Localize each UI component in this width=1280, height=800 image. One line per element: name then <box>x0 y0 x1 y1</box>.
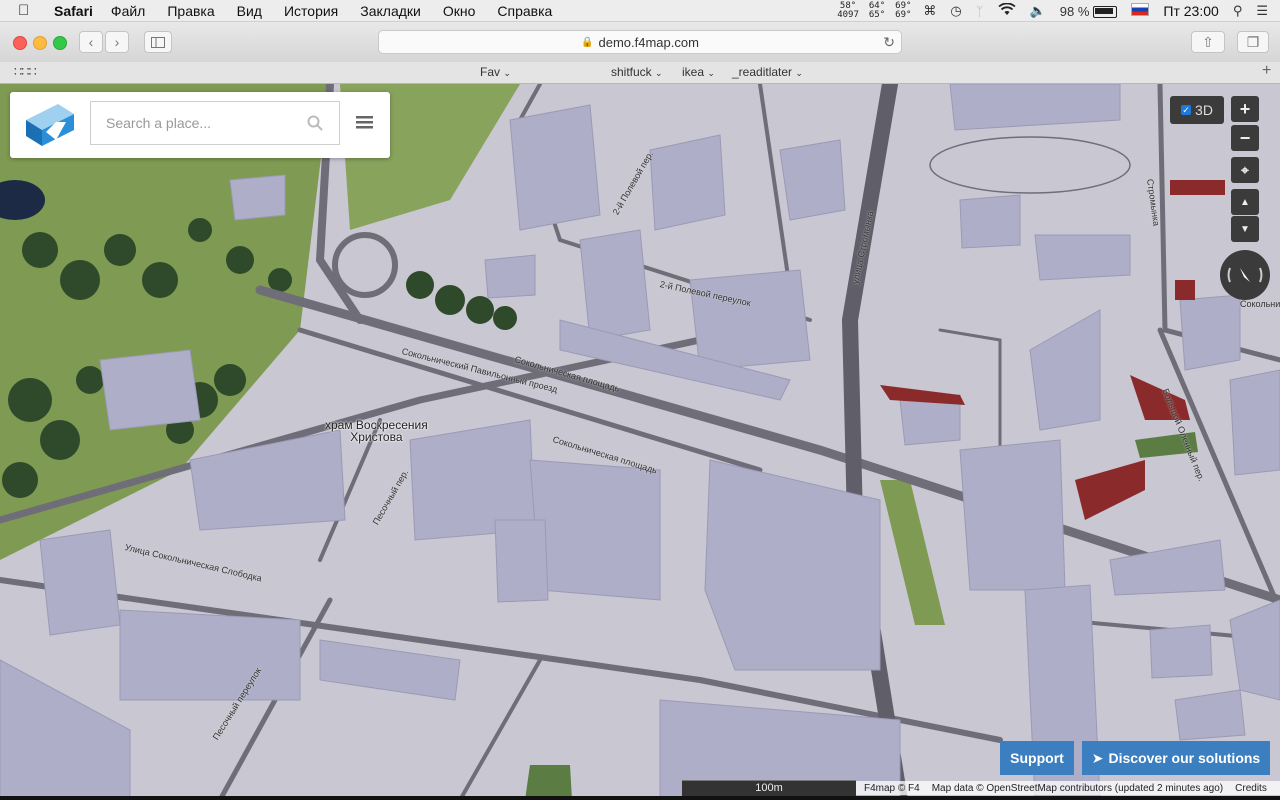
notification-center-icon[interactable]: ☰ <box>1256 3 1268 19</box>
search-panel: Search a place... <box>10 92 390 158</box>
park-area <box>525 765 572 800</box>
share-icon: ⇧ <box>1202 33 1214 50</box>
grid-icon[interactable]: ∷∷∷ <box>14 64 37 80</box>
osm-credit-link[interactable]: Map data © OpenStreetMap contributors (u… <box>932 783 1223 794</box>
support-button[interactable]: Support <box>1000 741 1074 775</box>
chevron-right-icon: › <box>114 34 120 50</box>
toggle-3d[interactable]: ✓ 3D <box>1170 96 1224 124</box>
back-button[interactable]: ‹ <box>79 31 103 53</box>
menu-file[interactable]: Файл <box>111 3 145 19</box>
battery-percent[interactable]: 98 % <box>1060 4 1090 19</box>
address-bar[interactable]: 🔒 demo.f4map.com ↻ <box>378 30 902 54</box>
street-label: Сокольническая площадь <box>1240 299 1280 309</box>
reload-icon[interactable]: ↻ <box>883 34 895 51</box>
menu-bookmarks[interactable]: Закладки <box>360 3 421 19</box>
apple-icon[interactable]:  <box>18 2 40 19</box>
close-window-button[interactable] <box>13 36 27 50</box>
search-icon[interactable] <box>307 115 323 131</box>
temp-value: 4097 <box>837 10 859 20</box>
chevron-down-icon: ⌄ <box>655 68 663 78</box>
tilt-down-button[interactable]: ▼ <box>1231 216 1259 242</box>
macos-menu-bar:  Safari Файл Правка Вид История Закладк… <box>0 0 1280 22</box>
toggle-3d-label: 3D <box>1195 102 1213 118</box>
bookmark-label: _readitlater <box>732 65 793 79</box>
checkbox-checked-icon[interactable]: ✓ <box>1181 105 1192 115</box>
sidebar-toggle-button[interactable] <box>144 31 172 53</box>
bookmark-label: shitfuck <box>611 65 652 79</box>
menu-history[interactable]: История <box>284 3 338 19</box>
app-menu-safari[interactable]: Safari <box>54 3 93 19</box>
discover-solutions-button[interactable]: ➤ Discover our solutions <box>1082 741 1270 775</box>
bookmark-folder-ikea[interactable]: ikea ⌄ <box>682 65 715 79</box>
menu-edit[interactable]: Правка <box>167 3 214 19</box>
sidebar-icon <box>151 36 165 48</box>
map-canvas <box>0 84 1280 800</box>
attribution-bar: F4map © F4 Map data © OpenStreetMap cont… <box>856 781 1280 795</box>
zoom-in-button[interactable]: + <box>1231 96 1259 122</box>
poi-label[interactable]: храм Воскресения Христова <box>325 419 428 443</box>
keyboard-icon[interactable]: ⌘ <box>923 3 936 19</box>
wifi-icon[interactable] <box>997 2 1016 19</box>
chevron-up-icon: ▲ <box>1240 196 1250 208</box>
time-machine-icon[interactable]: ◷ <box>950 3 961 19</box>
spotlight-search-icon[interactable]: ⚲ <box>1233 3 1243 19</box>
locate-button[interactable]: ⌖ <box>1231 157 1259 183</box>
menu-view[interactable]: Вид <box>237 3 262 19</box>
search-input[interactable]: Search a place... <box>90 101 340 145</box>
map-viewport[interactable]: храм Воскресения Христова Сокольнический… <box>0 84 1280 800</box>
f4map-logo[interactable] <box>22 102 76 148</box>
chevron-down-icon: ⌄ <box>795 68 803 78</box>
menu-window[interactable]: Окно <box>443 3 476 19</box>
input-source-flag-icon[interactable] <box>1131 3 1150 19</box>
bookmark-label: ikea <box>682 65 705 79</box>
add-bookmark-icon[interactable]: + <box>1262 62 1271 80</box>
credits-link[interactable]: Credits <box>1235 783 1267 794</box>
forward-button[interactable]: › <box>105 31 129 53</box>
temp-value: 65° <box>868 10 886 20</box>
browser-toolbar: ‹ › 🔒 demo.f4map.com ↻ ⇧ ❐ <box>0 22 1280 63</box>
temp-value: 69° <box>895 10 912 20</box>
chevron-down-icon: ⌄ <box>707 68 715 78</box>
temperature-monitor[interactable]: 58° 4097 64° 65° 69° 69° <box>837 2 911 20</box>
bookmark-folder-shitfuck[interactable]: shitfuck ⌄ <box>611 65 663 79</box>
compass-icon <box>1227 267 1263 283</box>
zoom-out-button[interactable]: − <box>1231 125 1259 151</box>
stadium-track <box>929 136 1131 194</box>
bookmarks-bar: ∷∷∷ Fav ⌄ shitfuck ⌄ ikea ⌄ _readitlater… <box>0 62 1280 84</box>
share-button[interactable]: ⇧ <box>1191 31 1225 53</box>
compass-control[interactable] <box>1220 250 1270 300</box>
menu-help[interactable]: Справка <box>497 3 552 19</box>
tilt-up-button[interactable]: ▲ <box>1231 189 1259 215</box>
hamburger-menu-icon[interactable] <box>356 115 373 130</box>
arrow-circle-right-icon: ➤ <box>1091 749 1104 766</box>
tabs-overview-button[interactable]: ❐ <box>1237 31 1269 53</box>
chevron-down-icon: ▼ <box>1240 223 1250 235</box>
minimize-window-button[interactable] <box>33 36 47 50</box>
crosshair-icon: ⌖ <box>1241 161 1249 178</box>
park-area <box>880 480 945 625</box>
url-text: demo.f4map.com <box>598 34 699 50</box>
window-bottom-edge <box>0 796 1280 800</box>
map-scale-bar: 100m <box>682 780 856 796</box>
chevron-left-icon: ‹ <box>88 34 94 50</box>
bookmark-label: Fav <box>480 65 501 79</box>
fullscreen-window-button[interactable] <box>53 36 67 50</box>
bookmark-folder-readitlater[interactable]: _readitlater ⌄ <box>732 65 803 79</box>
volume-icon[interactable]: 🔈 <box>1030 3 1046 19</box>
bookmark-folder-fav[interactable]: Fav ⌄ <box>480 65 511 79</box>
f4map-credit-link[interactable]: F4map © F4 <box>864 783 920 794</box>
lock-icon: 🔒 <box>581 36 594 48</box>
bluetooth-icon[interactable]: ᛉ <box>976 4 984 19</box>
tabs-icon: ❐ <box>1246 33 1260 50</box>
battery-icon[interactable] <box>1093 4 1118 19</box>
discover-label: Discover our solutions <box>1108 750 1261 766</box>
poi-label-line: Христова <box>350 430 403 444</box>
chevron-down-icon: ⌄ <box>503 68 511 78</box>
clock[interactable]: Пт 23:00 <box>1163 3 1218 19</box>
